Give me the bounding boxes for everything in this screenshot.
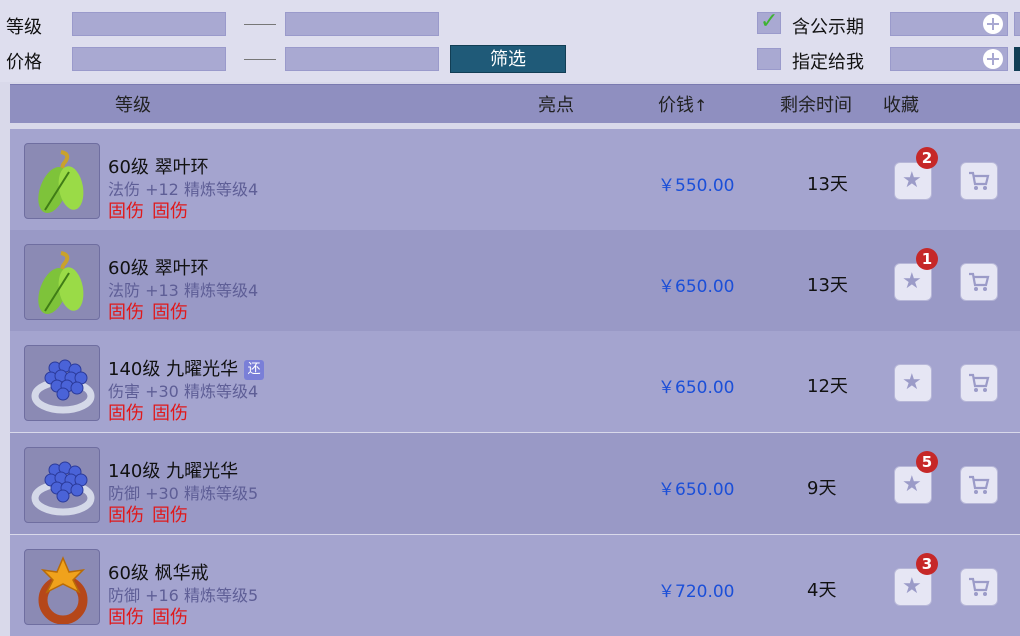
plus-icon[interactable]: [983, 49, 1003, 69]
public-selector[interactable]: [890, 12, 1008, 36]
item-icon-frame[interactable]: [24, 549, 100, 625]
assigned-to-me-checkbox[interactable]: [757, 48, 781, 70]
item-tag: 固伤: [152, 201, 188, 222]
item-price: ￥650.00: [658, 277, 735, 297]
item-tag: 固伤: [152, 302, 188, 323]
table-row[interactable]: 140级 九曜光华还伤害 +30 精炼等级4 固伤 固伤 ￥650.00 12天 ★: [10, 331, 1020, 432]
include-public-label: 含公示期: [792, 17, 864, 38]
cart-button[interactable]: [960, 568, 998, 606]
price-max-input[interactable]: [285, 47, 439, 71]
column-price-label: 价钱: [658, 95, 694, 116]
level-filter-label: 等级: [6, 17, 42, 38]
star-icon: ★: [902, 269, 922, 294]
cart-button[interactable]: [960, 466, 998, 504]
column-remaining-time[interactable]: 剩余时间: [780, 91, 852, 117]
cart-button[interactable]: [960, 263, 998, 301]
item-tag: 固伤: [152, 505, 188, 526]
item-tag: 固伤: [152, 403, 188, 424]
item-price: ￥720.00: [658, 582, 735, 602]
item-remaining-time: 4天: [807, 580, 837, 601]
table-row[interactable]: 140级 九曜光华 防御 +30 精炼等级5 固伤 固伤 ￥650.00 9天 ★ 5: [10, 433, 1020, 534]
item-remaining-time: 13天: [807, 174, 848, 195]
include-public-checkbox[interactable]: ✓: [757, 9, 781, 34]
star-icon: ★: [902, 472, 922, 497]
column-favorite[interactable]: 收藏: [883, 91, 919, 117]
level-min-input[interactable]: [72, 12, 226, 36]
item-name-text: 60级 翠叶环: [108, 157, 209, 178]
item-tag: 固伤: [108, 403, 144, 424]
item-tag: 固伤: [152, 607, 188, 628]
favorite-count-badge: 3: [916, 553, 938, 575]
item-tag: 固伤: [108, 201, 144, 222]
price-min-input[interactable]: [72, 47, 226, 71]
favorite-count-badge: 2: [916, 147, 938, 169]
item-remaining-time: 9天: [807, 478, 837, 499]
item-tags: 固伤 固伤: [108, 399, 196, 425]
price-range-separator: [244, 59, 276, 60]
item-tag: 固伤: [108, 607, 144, 628]
assigned-to-me-label: 指定给我: [792, 52, 864, 73]
price-filter-label: 价格: [6, 52, 42, 73]
favorite-count-badge: 5: [916, 451, 938, 473]
checkmark-icon: ✓: [760, 9, 779, 34]
table-row[interactable]: 60级 翠叶环 法防 +13 精炼等级4 固伤 固伤 ￥650.00 13天 ★ 1: [10, 230, 1020, 331]
plus-icon[interactable]: [983, 14, 1003, 34]
item-price: ￥650.00: [658, 480, 735, 500]
item-remaining-time: 12天: [807, 376, 848, 397]
item-price: ￥650.00: [658, 378, 735, 398]
cart-button[interactable]: [960, 162, 998, 200]
item-tags: 固伤 固伤: [108, 603, 196, 629]
item-name-text: 60级 枫华戒: [108, 563, 209, 584]
cart-button[interactable]: [960, 364, 998, 402]
table-row[interactable]: 60级 翠叶环 法伤 +12 精炼等级4 固伤 固伤 ￥550.00 13天 ★ 2: [10, 129, 1020, 230]
sort-arrow-up-icon: ↑: [694, 96, 708, 115]
item-price: ￥550.00: [658, 176, 735, 196]
assigned-selector-edge: [1014, 47, 1020, 71]
level-range-separator: [244, 24, 276, 25]
item-tags: 固伤 固伤: [108, 298, 196, 324]
item-tag: 固伤: [108, 505, 144, 526]
item-icon-frame[interactable]: [24, 345, 100, 421]
item-tag: 固伤: [108, 302, 144, 323]
star-icon: ★: [902, 574, 922, 599]
item-icon-frame[interactable]: [24, 244, 100, 320]
item-name-text: 140级 九曜光华: [108, 461, 239, 482]
public-selector-edge: [1014, 12, 1020, 36]
star-icon: ★: [902, 370, 922, 395]
item-name-text: 60级 翠叶环: [108, 258, 209, 279]
favorite-button[interactable]: ★: [894, 364, 932, 402]
item-tags: 固伤 固伤: [108, 501, 196, 527]
assigned-selector[interactable]: [890, 47, 1008, 71]
table-header: 等级 亮点 价钱↑ 剩余时间 收藏: [10, 84, 1020, 123]
column-highlight[interactable]: 亮点: [538, 91, 574, 117]
filter-button[interactable]: 筛选: [450, 45, 566, 73]
level-max-input[interactable]: [285, 12, 439, 36]
table-row[interactable]: 60级 枫华戒 防御 +16 精炼等级5 固伤 固伤 ￥720.00 4天 ★ 3: [10, 535, 1020, 636]
item-remaining-time: 13天: [807, 275, 848, 296]
filter-panel: 等级 价格 筛选 ✓ 含公示期 指定给我: [0, 0, 1020, 82]
star-icon: ★: [902, 168, 922, 193]
item-tags: 固伤 固伤: [108, 197, 196, 223]
column-level[interactable]: 等级: [115, 91, 151, 117]
return-badge: 还: [244, 360, 265, 380]
item-name-text: 140级 九曜光华: [108, 359, 239, 380]
item-icon-frame[interactable]: [24, 447, 100, 523]
column-price[interactable]: 价钱↑: [658, 91, 707, 117]
favorite-count-badge: 1: [916, 248, 938, 270]
item-icon-frame[interactable]: [24, 143, 100, 219]
